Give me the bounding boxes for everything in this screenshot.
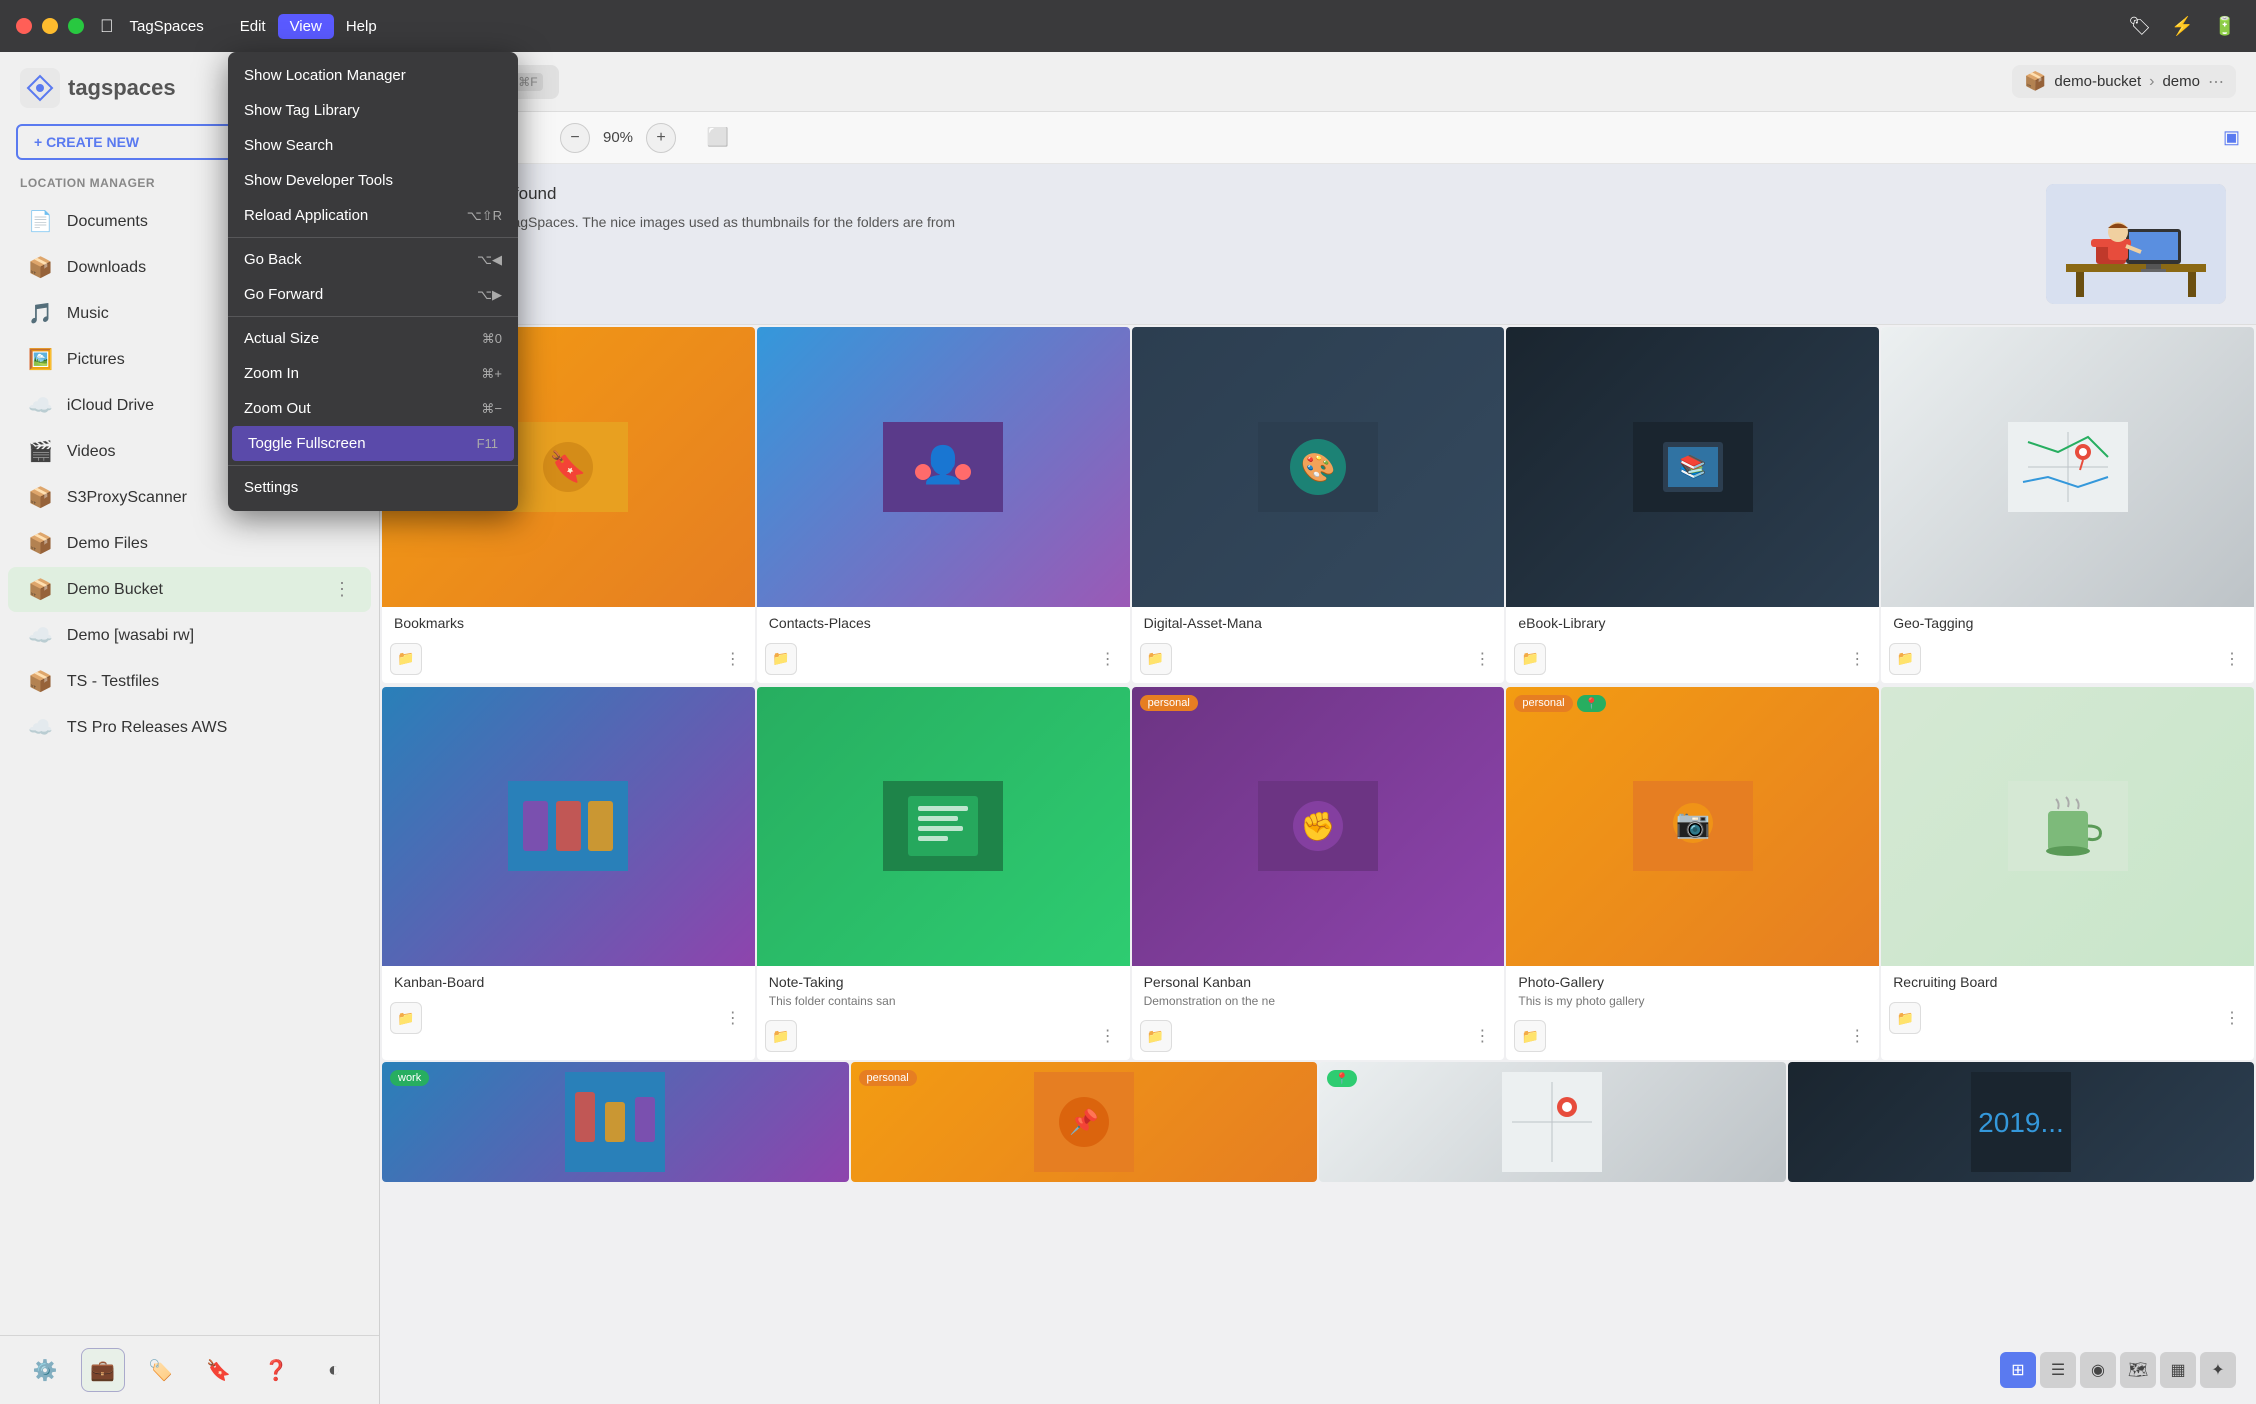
- traffic-lights: [16, 18, 84, 34]
- menu-go-forward[interactable]: Go Forward ⌥▶: [228, 277, 518, 312]
- zoom-in-shortcut: ⌘+: [481, 366, 502, 382]
- menu-reload-application[interactable]: Reload Application ⌥⇧R: [228, 198, 518, 233]
- separator-2: [228, 316, 518, 317]
- menu-zoom-out[interactable]: Zoom Out ⌘−: [228, 391, 518, 426]
- menu-actual-size[interactable]: Actual Size ⌘0: [228, 321, 518, 356]
- close-button[interactable]: [16, 18, 32, 34]
- tag-icon: 🏷: [2128, 16, 2151, 37]
- fullscreen-button[interactable]: [68, 18, 84, 34]
- menu-toggle-fullscreen[interactable]: Toggle Fullscreen F11: [232, 426, 514, 461]
- minimize-button[interactable]: [42, 18, 58, 34]
- menu-bar: Edit View Help: [228, 14, 389, 39]
- menu-show-developer-tools[interactable]: Show Developer Tools: [228, 163, 518, 198]
- menu-view[interactable]: View: [278, 14, 334, 39]
- actual-size-shortcut: ⌘0: [482, 331, 502, 347]
- app-name: TagSpaces: [130, 18, 204, 35]
- battery-icon: 🔋: [2214, 16, 2236, 37]
- menu-edit[interactable]: Edit: [228, 14, 278, 39]
- titlebar-right: 🏷 ⚡ 🔋: [2128, 16, 2236, 37]
- menu-zoom-in[interactable]: Zoom In ⌘+: [228, 356, 518, 391]
- view-dropdown-menu: Show Location Manager Show Tag Library S…: [228, 52, 518, 511]
- separator-3: [228, 465, 518, 466]
- go-forward-shortcut: ⌥▶: [477, 287, 502, 303]
- toggle-fullscreen-shortcut: F11: [477, 436, 498, 451]
- menu-show-search[interactable]: Show Search: [228, 128, 518, 163]
- menu-go-back[interactable]: Go Back ⌥◀: [228, 242, 518, 277]
- go-back-shortcut: ⌥◀: [477, 252, 502, 268]
- bluetooth-icon: ⚡: [2171, 16, 2193, 37]
- zoom-out-shortcut: ⌘−: [481, 401, 502, 417]
- menu-show-tag-library[interactable]: Show Tag Library: [228, 93, 518, 128]
- menu-help[interactable]: Help: [334, 14, 389, 39]
- menu-show-location-manager[interactable]: Show Location Manager: [228, 58, 518, 93]
- reload-shortcut: ⌥⇧R: [467, 208, 502, 224]
- separator-1: [228, 237, 518, 238]
- dropdown-overlay[interactable]: Show Location Manager Show Tag Library S…: [0, 52, 2256, 1404]
- titlebar:  TagSpaces Edit View Help 🏷 ⚡ 🔋: [0, 0, 2256, 52]
- menu-settings[interactable]: Settings: [228, 470, 518, 505]
- apple-logo: : [100, 16, 114, 37]
